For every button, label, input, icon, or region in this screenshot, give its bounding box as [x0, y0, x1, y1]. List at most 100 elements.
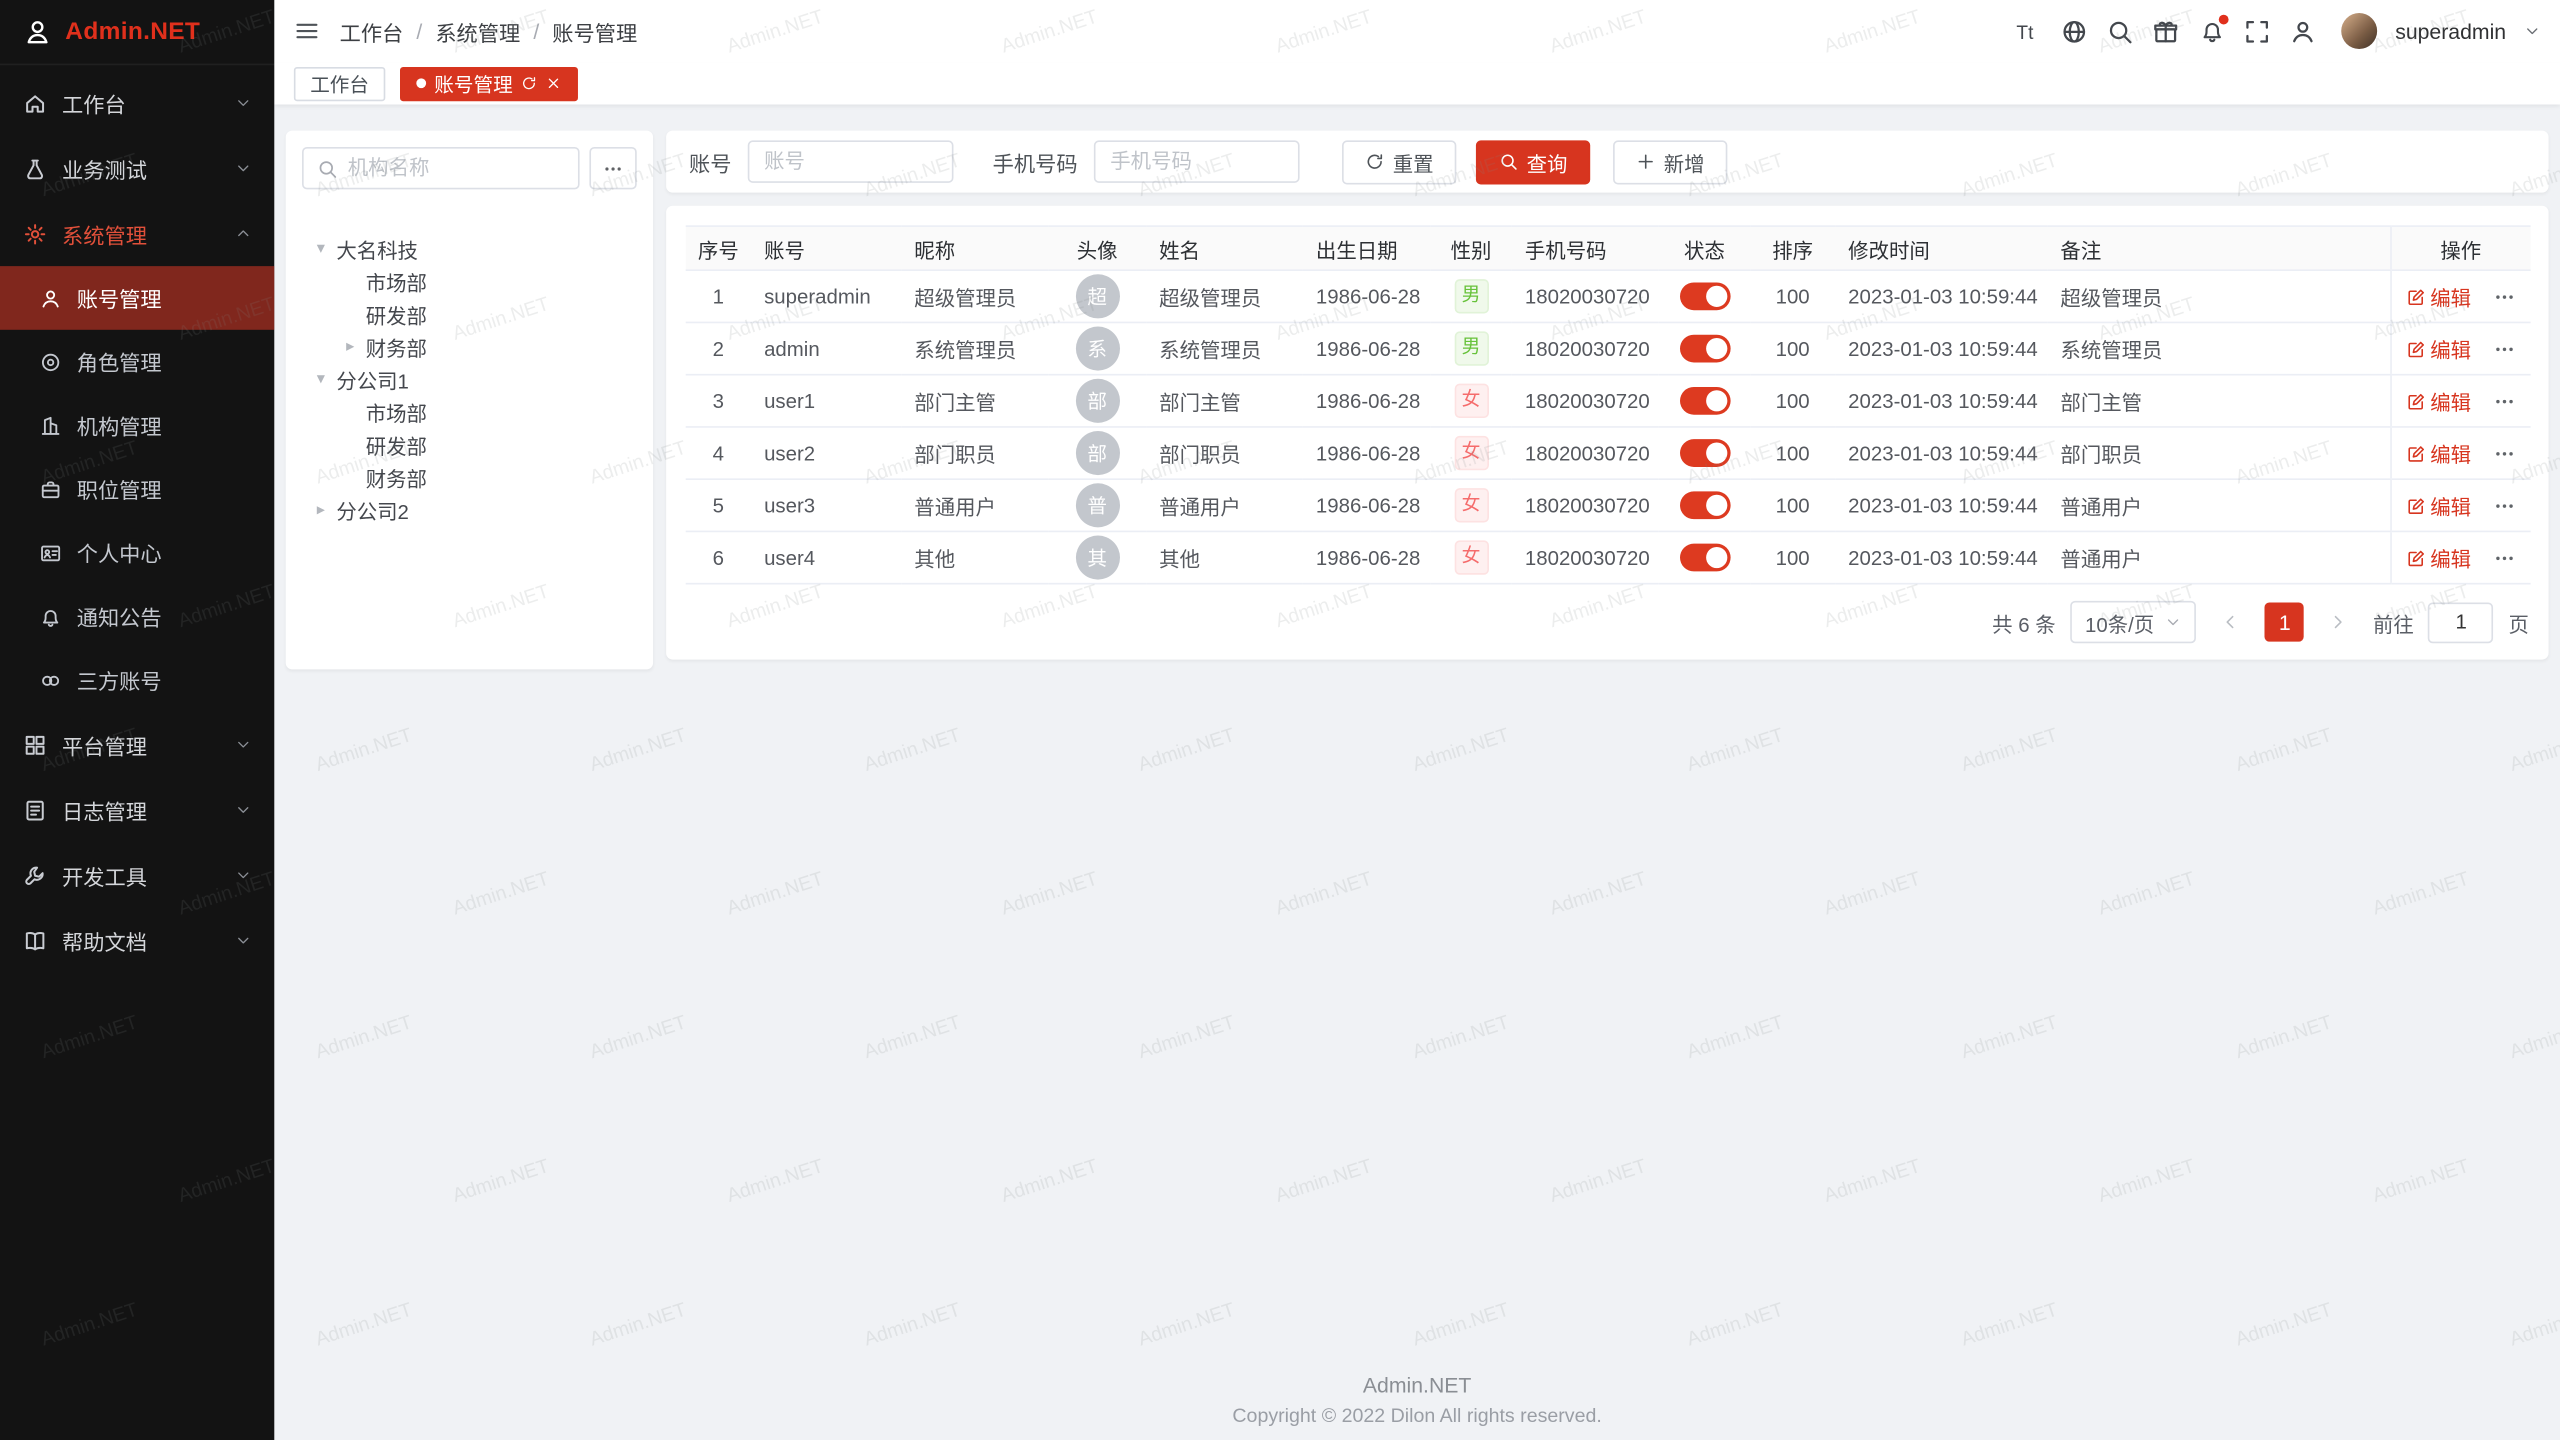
tree-more-button[interactable]: [589, 147, 636, 189]
cell-phone: 18020030720: [1512, 375, 1659, 427]
tree-node[interactable]: 研发部: [302, 297, 637, 330]
tree-node[interactable]: ▸ 分公司2: [302, 493, 637, 526]
notice-icon: [39, 605, 62, 628]
sidebar-item-business-test[interactable]: 业务测试: [0, 136, 274, 201]
tree-node[interactable]: 市场部: [302, 264, 637, 297]
tree-node[interactable]: ▾ 大名科技: [302, 232, 637, 265]
edit-label: 编辑: [2430, 333, 2471, 364]
chevron-down-icon: [2166, 614, 2182, 630]
sidebar-item-position-management[interactable]: 职位管理: [0, 457, 274, 521]
tree-caret-icon[interactable]: ▸: [341, 337, 359, 355]
more-actions-icon[interactable]: [2493, 546, 2516, 569]
page-size-select[interactable]: 10条/页: [2070, 601, 2196, 643]
phone-input[interactable]: [1094, 140, 1300, 182]
accounts-table-panel: 序号账号昵称头像姓名出生日期性别手机号码状态排序修改时间备注操作 1 super…: [666, 206, 2548, 660]
edit-button[interactable]: 编辑: [2406, 385, 2471, 416]
tree-node[interactable]: 市场部: [302, 395, 637, 428]
font-size-icon[interactable]: Tt: [2015, 17, 2043, 45]
prev-page-button[interactable]: [2211, 602, 2250, 641]
account-input[interactable]: [748, 140, 954, 182]
sidebar-item-role-management[interactable]: 角色管理: [0, 330, 274, 394]
more-actions-icon[interactable]: [2493, 494, 2516, 517]
fullscreen-icon[interactable]: [2243, 17, 2271, 45]
logo[interactable]: Admin.NET: [0, 0, 274, 65]
reset-button[interactable]: 重置: [1342, 140, 1456, 184]
sidebar-item-org-management[interactable]: 机构管理: [0, 393, 274, 457]
sidebar-item-account-management[interactable]: 账号管理: [0, 266, 274, 330]
column-header: 排序: [1750, 226, 1835, 270]
topbar: 工作台/系统管理/账号管理 Tt superadmin: [274, 0, 2560, 62]
edit-button[interactable]: 编辑: [2406, 281, 2471, 312]
breadcrumb-item[interactable]: 系统管理: [435, 16, 520, 47]
cell-nickname: 部门主管: [901, 375, 1048, 427]
sidebar-item-notice-announcement[interactable]: 通知公告: [0, 584, 274, 648]
more-actions-icon[interactable]: [2493, 285, 2516, 308]
cell-actions: 编辑: [2390, 375, 2530, 427]
gift-icon[interactable]: [2152, 17, 2180, 45]
tree-node-label: 大名科技: [336, 233, 418, 264]
sidebar-item-system-management[interactable]: 系统管理: [0, 201, 274, 266]
breadcrumb-item[interactable]: 工作台: [340, 16, 404, 47]
search-button[interactable]: 查询: [1476, 140, 1590, 184]
edit-label: 编辑: [2430, 490, 2471, 521]
notification-icon[interactable]: [2198, 17, 2226, 45]
sidebar-item-platform-management[interactable]: 平台管理: [0, 712, 274, 777]
edit-button[interactable]: 编辑: [2406, 438, 2471, 469]
tree-node[interactable]: ▾ 分公司1: [302, 362, 637, 395]
edit-button[interactable]: 编辑: [2406, 333, 2471, 364]
sidebar-item-label: 职位管理: [77, 473, 162, 504]
status-toggle[interactable]: [1679, 439, 1730, 467]
status-toggle[interactable]: [1679, 544, 1730, 572]
refresh-icon: [1365, 152, 1385, 172]
sidebar-item-help-docs[interactable]: 帮助文档: [0, 908, 274, 973]
goto-page-input[interactable]: [2429, 602, 2494, 643]
tree-caret-icon[interactable]: ▾: [312, 239, 330, 257]
filter-bar: 账号 手机号码 重置 查询 新增: [666, 131, 2548, 193]
status-toggle[interactable]: [1679, 335, 1730, 363]
sidebar-item-label: 工作台: [62, 87, 235, 118]
more-actions-icon[interactable]: [2493, 389, 2516, 412]
close-tab-icon[interactable]: [545, 75, 561, 91]
sidebar-item-dev-tools[interactable]: 开发工具: [0, 842, 274, 907]
search-icon[interactable]: [2106, 17, 2134, 45]
status-toggle[interactable]: [1679, 282, 1730, 310]
status-toggle[interactable]: [1679, 387, 1730, 415]
chevron-down-icon[interactable]: [2524, 23, 2540, 39]
avatar[interactable]: [2341, 13, 2377, 49]
more-actions-icon[interactable]: [2493, 337, 2516, 360]
sidebar-item-profile-center[interactable]: 个人中心: [0, 521, 274, 585]
refresh-tab-icon[interactable]: [521, 75, 537, 91]
tree-caret-icon[interactable]: ▾: [312, 370, 330, 388]
sidebar-item-log-management[interactable]: 日志管理: [0, 777, 274, 842]
tree-node[interactable]: ▸ 财务部: [302, 330, 637, 363]
gender-tag: 女: [1454, 540, 1488, 574]
notification-badge: [2219, 14, 2229, 24]
column-header: 头像: [1048, 226, 1146, 270]
edit-button[interactable]: 编辑: [2406, 542, 2471, 573]
sidebar-item-workbench[interactable]: 工作台: [0, 70, 274, 135]
cell-sort: 100: [1750, 479, 1835, 531]
tree-node[interactable]: 研发部: [302, 428, 637, 461]
home-icon: [23, 91, 47, 115]
breadcrumb-item[interactable]: 账号管理: [552, 16, 637, 47]
sidebar-item-third-party-account[interactable]: 三方账号: [0, 648, 274, 712]
more-actions-icon[interactable]: [2493, 442, 2516, 465]
add-button[interactable]: 新增: [1613, 140, 1727, 184]
logo-icon: [23, 17, 52, 46]
tab-account-management[interactable]: 账号管理: [400, 66, 578, 100]
edit-button[interactable]: 编辑: [2406, 490, 2471, 521]
hamburger-menu-icon[interactable]: [294, 18, 320, 44]
username[interactable]: superadmin: [2395, 19, 2506, 43]
tab-workbench[interactable]: 工作台: [294, 66, 385, 100]
org-search-input[interactable]: [348, 157, 565, 180]
page-number-button[interactable]: 1: [2265, 602, 2304, 641]
tree-caret-icon[interactable]: ▸: [312, 500, 330, 518]
chevron-down-icon: [235, 932, 251, 948]
column-header: 手机号码: [1512, 226, 1659, 270]
user-icon[interactable]: [2289, 17, 2317, 45]
tree-node[interactable]: 财务部: [302, 460, 637, 493]
tree-node-label: 财务部: [366, 461, 427, 492]
next-page-button[interactable]: [2319, 602, 2358, 641]
status-toggle[interactable]: [1679, 491, 1730, 519]
globe-icon[interactable]: [2061, 17, 2089, 45]
